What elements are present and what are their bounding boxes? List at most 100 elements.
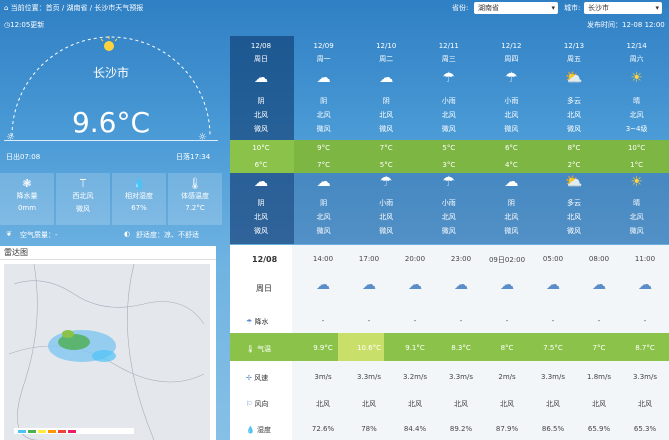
stat-wind: ⟙ 西北风 微风 xyxy=(56,173,110,225)
hourly-rain: - xyxy=(367,317,371,325)
hourly-humidity: 65.3% xyxy=(633,425,657,433)
forecast-high: 7°C xyxy=(379,144,393,152)
stat-rain: ❃ 降水量 0mm xyxy=(0,173,54,225)
city-select[interactable]: 长沙市 ▾ xyxy=(584,2,662,14)
hourly-temp: 9.1°C xyxy=(405,344,425,352)
hourly-slot: 05:00 ☁ - 7.5°C 3.3m/s 北风 86.5% xyxy=(530,245,576,440)
chevron-down-icon: ▾ xyxy=(551,4,555,12)
hourly-temp: 9.9°C xyxy=(313,344,333,352)
hourly-time: 08:00 xyxy=(588,255,610,263)
day-wind: 3~4级 xyxy=(625,125,648,133)
night-wind-dir: 北风 xyxy=(567,213,581,221)
day-wind-dir: 北风 xyxy=(441,111,456,119)
radar-map[interactable] xyxy=(4,264,210,440)
hourly-dir: 北风 xyxy=(546,400,560,408)
hourly-weekday: 周日 xyxy=(256,284,272,293)
breadcrumb-text[interactable]: 当前位置：首页 / 湖南省 / 长沙市天气预报 xyxy=(11,4,144,12)
hourly-rain: - xyxy=(505,317,509,325)
night-weather: 阴 xyxy=(257,199,265,207)
rain-icon: ☂ xyxy=(442,174,456,190)
cloudy-icon: ☁ xyxy=(316,277,330,293)
forecast-day: 12/08 周日阴北风 微风阴北风 微风 ☁ ☁ 10°C 6°C xyxy=(230,36,292,246)
forecast-high: 10°C xyxy=(252,144,270,152)
cloudy-icon: ☁ xyxy=(504,174,519,190)
hourly-slot: 09日02:00 ☁ - 8°C 2m/s 北风 87.9% xyxy=(484,245,530,440)
forecast-date: 12/14 xyxy=(626,42,647,50)
province-label: 省份: xyxy=(452,4,469,12)
city-value: 长沙市 xyxy=(588,4,609,12)
day-weather: 小雨 xyxy=(504,97,519,105)
row-label-text: 降水 xyxy=(254,318,269,326)
sunset-time: 日落17:34 xyxy=(176,153,211,161)
umbrella-icon: ☂ xyxy=(246,318,253,326)
forecast-date: 12/10 xyxy=(376,42,397,50)
current-temperature: 9.6°C xyxy=(71,106,151,139)
day-wind: 微风 xyxy=(504,125,519,133)
hourly-dir: 北风 xyxy=(408,400,422,408)
stat-label: 相对湿度 xyxy=(125,192,153,200)
day-weather: 多云 xyxy=(567,97,581,105)
row-label-speed: ✢ 风速 xyxy=(246,373,268,383)
hourly-speed: 1.8m/s xyxy=(587,373,611,381)
forecast-low: 5°C xyxy=(379,161,393,169)
row-label-dir: ⚐ 风向 xyxy=(246,399,269,409)
sunrise-time: 日出07:08 xyxy=(6,153,41,161)
province-select[interactable]: 湖南省 ▾ xyxy=(474,2,558,14)
forecast-date: 12/08 xyxy=(250,42,272,50)
forecast-day: 12/09 周一阴北风 微风阴北风 微风 ☁ ☁ 9°C 7°C xyxy=(293,36,355,246)
forecast-high: 6°C xyxy=(504,144,518,152)
hourly-temp: 10.6°C xyxy=(357,344,381,352)
day-wind: 微风 xyxy=(254,125,268,133)
hourly-humidity: 78% xyxy=(361,425,377,433)
hourly-dir: 北风 xyxy=(362,400,376,408)
night-wind-dir: 北风 xyxy=(504,213,519,221)
sun-icon xyxy=(104,41,114,51)
day-wind-dir: 北风 xyxy=(379,111,394,119)
hourly-temp: 8°C xyxy=(500,344,514,352)
stat-value: 0mm xyxy=(17,204,37,212)
hourly-forecast: 12/08 周日 ☂ 降水 🌡 气温 ✢ 风速 ⚐ 风向 💧 湿度 14:00 ☁… xyxy=(230,245,669,440)
night-wind-dir: 北风 xyxy=(629,213,644,221)
night-wind: 微风 xyxy=(316,227,331,235)
rain-icon: ☂ xyxy=(442,70,456,86)
publish-time: 发布时间：12-08 12:00 xyxy=(587,21,665,29)
forecast-low: 3°C xyxy=(442,161,456,169)
partly-cloudy-icon: ⛅ xyxy=(565,70,583,86)
night-weather: 阴 xyxy=(507,199,515,207)
hourly-humidity: 89.2% xyxy=(449,425,473,433)
hourly-temp: 8.3°C xyxy=(451,344,471,352)
night-wind: 微风 xyxy=(504,227,519,235)
hourly-speed: 3.3m/s xyxy=(541,373,565,381)
day-wind: 微风 xyxy=(441,125,456,133)
hourly-time: 09日02:00 xyxy=(488,256,526,264)
breadcrumb[interactable]: ⌂ 当前位置：首页 / 湖南省 / 长沙市天气预报 xyxy=(4,0,143,16)
hourly-humidity: 72.6% xyxy=(311,425,335,433)
day-weather: 晴 xyxy=(633,97,641,105)
hourly-speed: 3.2m/s xyxy=(403,373,427,381)
night-wind: 微风 xyxy=(629,227,644,235)
hourly-rain: - xyxy=(551,317,555,325)
forecast-low: 6°C xyxy=(254,161,268,169)
hourly-dir: 北风 xyxy=(592,400,606,408)
stat-label: 降水量 xyxy=(16,192,38,200)
forecast-weekday: 周一 xyxy=(316,55,331,63)
hourly-rain: - xyxy=(321,317,325,325)
day-wind-dir: 北风 xyxy=(254,111,268,119)
sunny-icon: ☀ xyxy=(630,174,643,190)
radar-panel: 雷达图 xyxy=(0,246,216,440)
cloudy-icon: ☁ xyxy=(379,70,394,86)
cloudy-icon: ☁ xyxy=(362,277,376,293)
hourly-rain: - xyxy=(597,317,601,325)
forecast-date: 12/11 xyxy=(438,42,459,50)
current-stats: ❃ 降水量 0mm ⟙ 西北风 微风 💧 相对湿度 67% 🌡 体感温度 7.2°C xyxy=(0,173,222,225)
forecast-low: 1°C xyxy=(630,161,644,169)
day-wind-dir: 北风 xyxy=(567,111,581,119)
air-quality: 空气质量：- xyxy=(20,231,58,239)
cloudy-icon: ☁ xyxy=(638,277,652,293)
hourly-humidity: 86.5% xyxy=(541,425,565,433)
hourly-temp: 7.5°C xyxy=(543,344,563,352)
day-wind-dir: 北风 xyxy=(629,111,644,119)
night-weather: 小雨 xyxy=(379,199,394,207)
day-weather: 阴 xyxy=(320,97,328,105)
day-weather: 小雨 xyxy=(441,97,456,105)
